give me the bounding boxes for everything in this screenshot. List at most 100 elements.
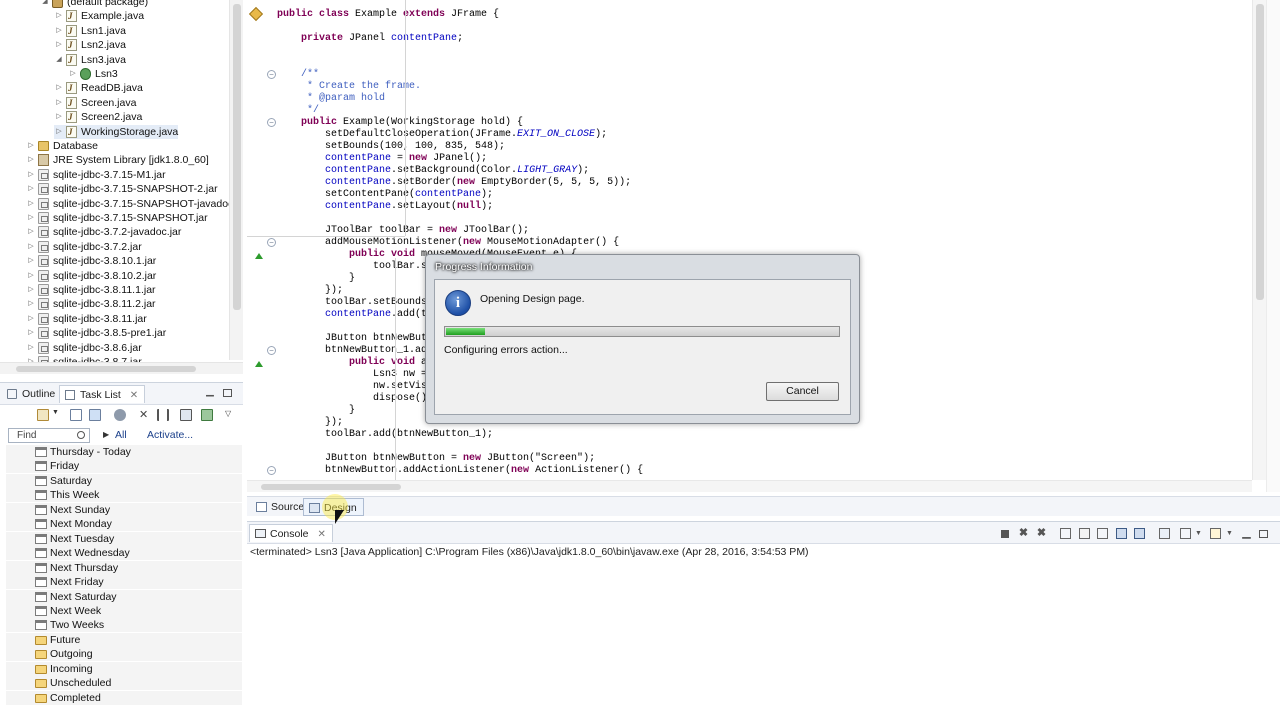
code-line[interactable]: contentPane = new JPanel(); xyxy=(277,153,487,165)
chevron-right-icon[interactable]: ▶ xyxy=(103,430,109,439)
tab-console[interactable]: Console ✕ xyxy=(249,524,333,542)
close-icon[interactable]: ✕ xyxy=(317,529,325,540)
tab-outline[interactable]: Outline xyxy=(2,385,61,403)
chevron-down-icon[interactable]: ▼ xyxy=(52,409,59,421)
maximize-icon[interactable] xyxy=(223,389,232,397)
code-line[interactable]: private JPanel contentPane; xyxy=(277,33,463,45)
tree-item[interactable]: ▷ sqlite-jdbc-3.8.11.jar xyxy=(26,312,147,326)
task-group-item[interactable]: Thursday - Today xyxy=(6,445,242,459)
code-line[interactable]: dispose(); xyxy=(277,393,433,405)
collapsed-arrow-icon[interactable]: ▷ xyxy=(54,9,64,23)
fold-toggle-icon[interactable]: − xyxy=(267,118,276,127)
remove-launch-icon[interactable]: ✖ xyxy=(1018,528,1029,539)
tree-item[interactable]: ▷ Lsn2.java xyxy=(54,38,126,52)
repository-icon[interactable] xyxy=(201,409,213,421)
tree-item[interactable]: ▷ Lsn3 xyxy=(68,67,118,81)
collapsed-arrow-icon[interactable]: ▷ xyxy=(54,38,64,52)
tree-item[interactable]: ▷ JRE System Library [jdk1.8.0_60] xyxy=(26,153,209,167)
code-line[interactable]: * @param hold xyxy=(277,93,385,105)
collapsed-arrow-icon[interactable]: ▷ xyxy=(26,297,36,311)
task-group-item[interactable]: Future xyxy=(6,632,242,647)
tree-item[interactable]: ▷ ReadDB.java xyxy=(54,81,143,95)
task-group-item[interactable]: Next Thursday xyxy=(6,560,242,575)
editor-vertical-scrollbar[interactable] xyxy=(1252,0,1266,480)
task-group-item[interactable]: This Week xyxy=(6,488,242,503)
collapsed-arrow-icon[interactable]: ▷ xyxy=(68,67,78,81)
maximize-icon[interactable] xyxy=(1259,530,1268,538)
tree-vertical-scrollbar[interactable] xyxy=(229,0,243,360)
collapse-all-icon[interactable]: ✕ xyxy=(139,409,151,421)
task-group-item[interactable]: Next Wednesday xyxy=(6,546,242,561)
collapsed-arrow-icon[interactable]: ▷ xyxy=(54,96,64,110)
collapsed-arrow-icon[interactable]: ▷ xyxy=(26,240,36,254)
collapsed-arrow-icon[interactable]: ▷ xyxy=(26,225,36,239)
tree-horizontal-scroll-thumb[interactable] xyxy=(16,366,196,372)
fold-toggle-icon[interactable]: − xyxy=(267,70,276,79)
tree-item[interactable]: ▷ sqlite-jdbc-3.7.15-SNAPSHOT-javadoc.jar xyxy=(26,197,243,211)
fold-toggle-icon[interactable]: − xyxy=(267,466,276,475)
view-menu-icon[interactable]: ▽ xyxy=(225,409,237,421)
tree-item[interactable]: ▷ Database xyxy=(26,139,98,153)
collapsed-arrow-icon[interactable]: ▷ xyxy=(26,341,36,355)
categorized-icon[interactable] xyxy=(70,409,82,421)
tree-item[interactable]: ▷ sqlite-jdbc-3.8.11.2.jar xyxy=(26,297,156,311)
collapsed-arrow-icon[interactable]: ▷ xyxy=(26,182,36,196)
task-group-item[interactable]: Next Friday xyxy=(6,575,242,590)
code-line[interactable]: contentPane.setBackground(Color.LIGHT_GR… xyxy=(277,165,589,177)
cancel-button[interactable]: Cancel xyxy=(766,382,839,401)
editor-horizontal-scrollbar[interactable] xyxy=(247,480,1252,492)
collapsed-arrow-icon[interactable]: ▷ xyxy=(26,211,36,225)
code-line[interactable]: btnNewButton.addActionListener(new Actio… xyxy=(277,465,643,477)
code-line[interactable]: /** xyxy=(277,69,319,81)
task-group-item[interactable]: Next Monday xyxy=(6,517,242,532)
minimize-icon[interactable]: ▁ xyxy=(205,387,215,397)
tree-item[interactable]: ▷ sqlite-jdbc-3.8.6.jar xyxy=(26,341,142,355)
new-task-icon[interactable] xyxy=(37,409,49,421)
filter-all-link[interactable]: All xyxy=(115,429,127,441)
collapsed-arrow-icon[interactable]: ▷ xyxy=(54,81,64,95)
task-group-item[interactable]: Next Saturday xyxy=(6,589,242,604)
collapsed-arrow-icon[interactable]: ▷ xyxy=(26,312,36,326)
code-line[interactable]: }); xyxy=(277,417,343,429)
remove-all-launches-icon[interactable]: ✖ xyxy=(1036,528,1047,539)
code-line[interactable]: public class Example extends JFrame { xyxy=(277,9,499,21)
clear-console-icon[interactable] xyxy=(1060,528,1071,539)
find-input[interactable]: Find xyxy=(8,428,90,443)
tree-item[interactable]: ▷ WorkingStorage.java xyxy=(54,124,179,139)
code-line[interactable]: toolBar.add(btnNewButton_1); xyxy=(277,429,493,441)
show-on-error-icon[interactable] xyxy=(1134,528,1145,539)
terminate-icon[interactable] xyxy=(1001,530,1009,538)
chevron-down-icon[interactable]: ▼ xyxy=(1193,528,1204,539)
collapsed-arrow-icon[interactable]: ▷ xyxy=(26,269,36,283)
word-wrap-icon[interactable] xyxy=(1097,528,1108,539)
task-group-item[interactable]: Next Week xyxy=(6,603,242,618)
tree-item[interactable]: ▷ sqlite-jdbc-3.7.15-SNAPSHOT.jar xyxy=(26,211,208,225)
tree-item[interactable]: ▷ Screen.java xyxy=(54,96,136,110)
tree-item[interactable]: ▷ Example.java xyxy=(54,9,144,23)
tree-item[interactable]: ▷ Screen2.java xyxy=(54,110,142,124)
collapsed-arrow-icon[interactable]: ▷ xyxy=(26,197,36,211)
code-line[interactable]: } xyxy=(277,405,355,417)
code-line[interactable]: * Create the frame. xyxy=(277,81,421,93)
activate-link[interactable]: Activate... xyxy=(147,429,193,441)
tab-source[interactable]: Source xyxy=(251,498,310,516)
code-line[interactable]: */ xyxy=(277,105,319,117)
editor-vertical-scroll-thumb[interactable] xyxy=(1256,4,1264,300)
pin-console-icon[interactable] xyxy=(1159,528,1170,539)
collapsed-arrow-icon[interactable]: ▷ xyxy=(26,254,36,268)
show-on-output-icon[interactable] xyxy=(1116,528,1127,539)
code-line[interactable]: addMouseMotionListener(new MouseMotionAd… xyxy=(277,237,619,249)
scroll-lock-icon[interactable] xyxy=(1079,528,1090,539)
tab-task-list[interactable]: Task List ✕ xyxy=(59,385,146,403)
task-group-item[interactable]: Saturday xyxy=(6,473,242,488)
synchronize-icon[interactable] xyxy=(180,409,192,421)
tree-item[interactable]: ◢ (default package) xyxy=(40,0,148,9)
task-group-item[interactable]: Incoming xyxy=(6,661,242,676)
collapsed-arrow-icon[interactable]: ▷ xyxy=(26,153,36,167)
collapsed-arrow-icon[interactable]: ▷ xyxy=(26,139,36,153)
editor-horizontal-scroll-thumb[interactable] xyxy=(261,484,401,490)
expanded-arrow-icon[interactable]: ◢ xyxy=(54,53,64,67)
focus-icon[interactable] xyxy=(114,409,126,421)
expanded-arrow-icon[interactable]: ◢ xyxy=(40,0,50,9)
tree-item[interactable]: ▷ sqlite-jdbc-3.7.15-M1.jar xyxy=(26,168,166,182)
